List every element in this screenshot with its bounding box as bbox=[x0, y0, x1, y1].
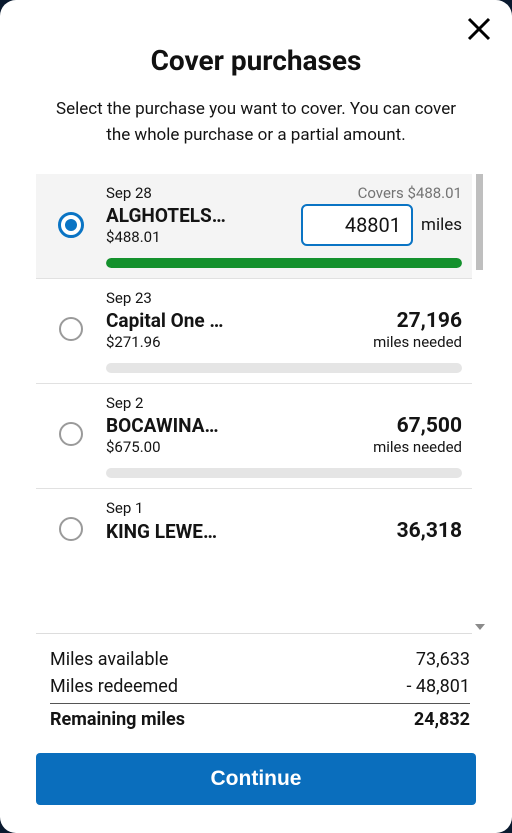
miles-summary: Miles available 73,633 Miles redeemed - … bbox=[50, 646, 470, 733]
close-icon bbox=[464, 14, 494, 44]
radio-col bbox=[36, 394, 106, 446]
summary-remaining-value: 24,832 bbox=[414, 709, 470, 730]
purchase-amount: $675.00 bbox=[106, 438, 219, 456]
purchase-amount: $488.01 bbox=[106, 228, 226, 246]
purchase-amount: $271.96 bbox=[106, 333, 223, 351]
summary-redeemed-value: - 48,801 bbox=[406, 676, 470, 697]
merchant-name: Capital One … bbox=[106, 309, 223, 332]
summary-divider bbox=[50, 703, 470, 704]
miles-needed-value: 67,500 bbox=[373, 414, 462, 438]
progress-bar-fill bbox=[106, 258, 462, 268]
summary-available-label: Miles available bbox=[50, 649, 168, 670]
purchase-date: Sep 23 bbox=[106, 289, 462, 307]
purchase-item[interactable]: Sep 2 BOCAWINA… $675.00 67,500 miles nee… bbox=[36, 384, 472, 489]
radio-col bbox=[36, 289, 106, 341]
radio-unselected[interactable] bbox=[59, 317, 83, 341]
progress-bar bbox=[106, 468, 462, 478]
summary-available: Miles available 73,633 bbox=[50, 646, 470, 673]
merchant-name: BOCAWINA… bbox=[106, 414, 219, 437]
close-button[interactable] bbox=[464, 14, 494, 44]
radio-dot-icon bbox=[65, 219, 77, 231]
miles-unit-label: miles bbox=[421, 215, 462, 235]
miles-needed-value: 27,196 bbox=[373, 309, 462, 333]
purchase-date: Sep 2 bbox=[106, 394, 462, 412]
purchase-date: Sep 28 bbox=[106, 184, 152, 202]
purchase-date: Sep 1 bbox=[106, 499, 462, 517]
covers-label: Covers $488.01 bbox=[358, 184, 462, 202]
chevron-down-icon[interactable] bbox=[475, 624, 485, 630]
purchase-item-selected[interactable]: Sep 28 Covers $488.01 ALGHOTELS… $488.01… bbox=[36, 174, 472, 279]
modal-subtitle: Select the purchase you want to cover. Y… bbox=[44, 97, 468, 148]
summary-remaining-label: Remaining miles bbox=[50, 709, 185, 730]
radio-unselected[interactable] bbox=[59, 422, 83, 446]
purchase-item-partial[interactable]: Sep 1 KING LEWE… 36,318 bbox=[36, 489, 472, 543]
continue-button[interactable]: Continue bbox=[36, 753, 476, 805]
modal-title: Cover purchases bbox=[0, 44, 512, 77]
radio-col bbox=[36, 184, 106, 238]
miles-needed-label: miles needed bbox=[373, 438, 462, 456]
merchant-name: ALGHOTELS… bbox=[106, 204, 226, 227]
scrollbar-thumb[interactable] bbox=[476, 174, 483, 270]
miles-needed-value: 36,318 bbox=[397, 519, 462, 543]
scrollbar[interactable] bbox=[472, 174, 486, 634]
summary-available-value: 73,633 bbox=[416, 649, 470, 670]
radio-selected[interactable] bbox=[58, 212, 84, 238]
purchase-item[interactable]: Sep 23 Capital One … $271.96 27,196 mile… bbox=[36, 279, 472, 384]
miles-input[interactable] bbox=[301, 204, 413, 246]
summary-redeemed: Miles redeemed - 48,801 bbox=[50, 673, 470, 700]
cover-purchases-modal: Cover purchases Select the purchase you … bbox=[0, 0, 512, 833]
purchase-list-wrap: Sep 28 Covers $488.01 ALGHOTELS… $488.01… bbox=[36, 174, 486, 634]
progress-bar bbox=[106, 258, 462, 268]
miles-needed-label: miles needed bbox=[373, 333, 462, 351]
summary-remaining: Remaining miles 24,832 bbox=[50, 706, 470, 733]
radio-unselected[interactable] bbox=[59, 517, 83, 541]
purchase-list[interactable]: Sep 28 Covers $488.01 ALGHOTELS… $488.01… bbox=[36, 174, 472, 634]
merchant-name: KING LEWE… bbox=[106, 520, 217, 543]
summary-redeemed-label: Miles redeemed bbox=[50, 676, 178, 697]
radio-col bbox=[36, 499, 106, 541]
progress-bar bbox=[106, 363, 462, 373]
